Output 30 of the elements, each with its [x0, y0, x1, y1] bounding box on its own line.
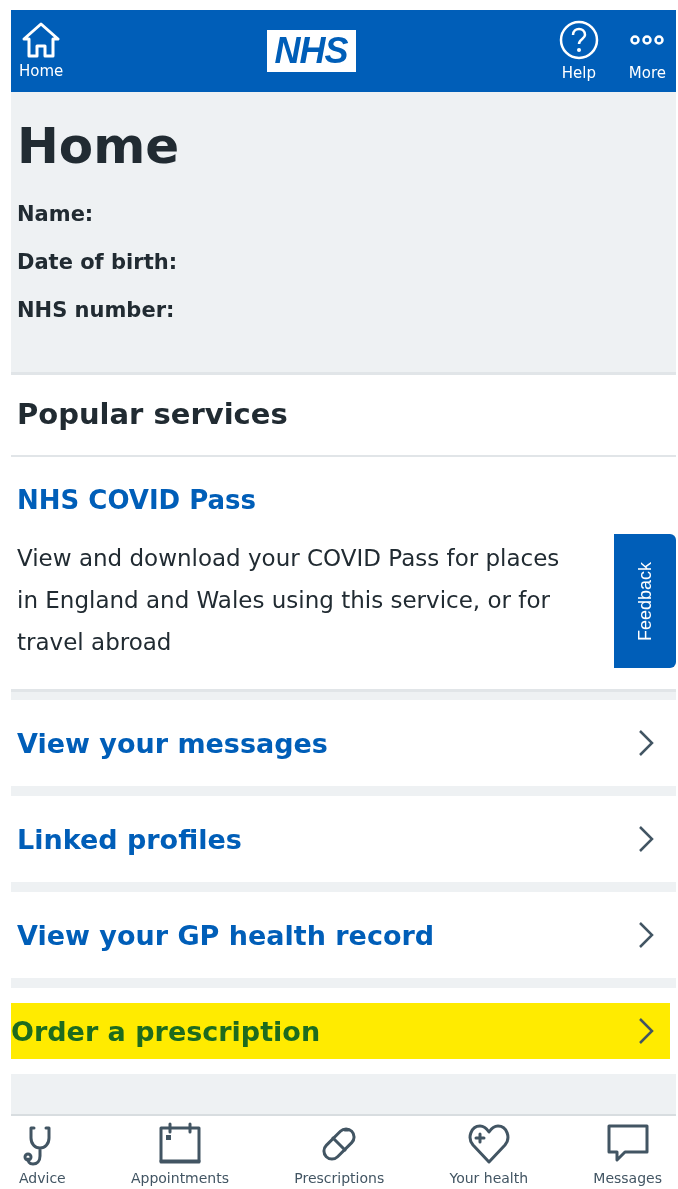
chevron-right-icon: [638, 729, 654, 757]
nav-tab[interactable]: Advice: [19, 1122, 66, 1189]
nav-tab[interactable]: Messages: [593, 1122, 662, 1189]
page-title: Home: [17, 116, 181, 176]
nav-tab[interactable]: Your health: [449, 1122, 529, 1189]
more-icon: [629, 35, 666, 45]
detail-label: NHS number:: [17, 297, 176, 324]
service-link[interactable]: View your GP health record: [11, 892, 676, 978]
home-button[interactable]: Home: [15, 22, 68, 80]
service-link[interactable]: Linked profiles: [11, 796, 676, 882]
chevron-right-icon: [638, 825, 654, 853]
calendar-icon: [158, 1122, 202, 1166]
more-button[interactable]: More: [624, 20, 670, 82]
help-icon: [558, 20, 599, 60]
service-link[interactable]: Order a prescription: [11, 1003, 670, 1059]
nav-tab[interactable]: Prescriptions: [294, 1122, 385, 1189]
section-heading: Popular services: [11, 375, 676, 457]
detail-label: Date of birth:: [17, 249, 179, 276]
covid-pass-link[interactable]: NHS COVID Pass: [17, 485, 257, 515]
feedback-tab[interactable]: Feedback: [614, 534, 676, 668]
help-button[interactable]: Help: [554, 20, 603, 82]
nhs-logo: NHS: [266, 30, 356, 72]
service-link[interactable]: View your messages: [11, 700, 676, 786]
chevron-right-icon: [638, 1017, 654, 1045]
nav-tab[interactable]: Appointments: [130, 1122, 230, 1189]
chevron-right-icon: [638, 921, 654, 949]
service-description: View and download your COVID Pass for places in England and Wales using this service, or for travel abroad: [17, 544, 561, 657]
detail-label: Name:: [17, 201, 95, 228]
home-icon: [21, 22, 62, 58]
heart-icon: [466, 1122, 511, 1166]
